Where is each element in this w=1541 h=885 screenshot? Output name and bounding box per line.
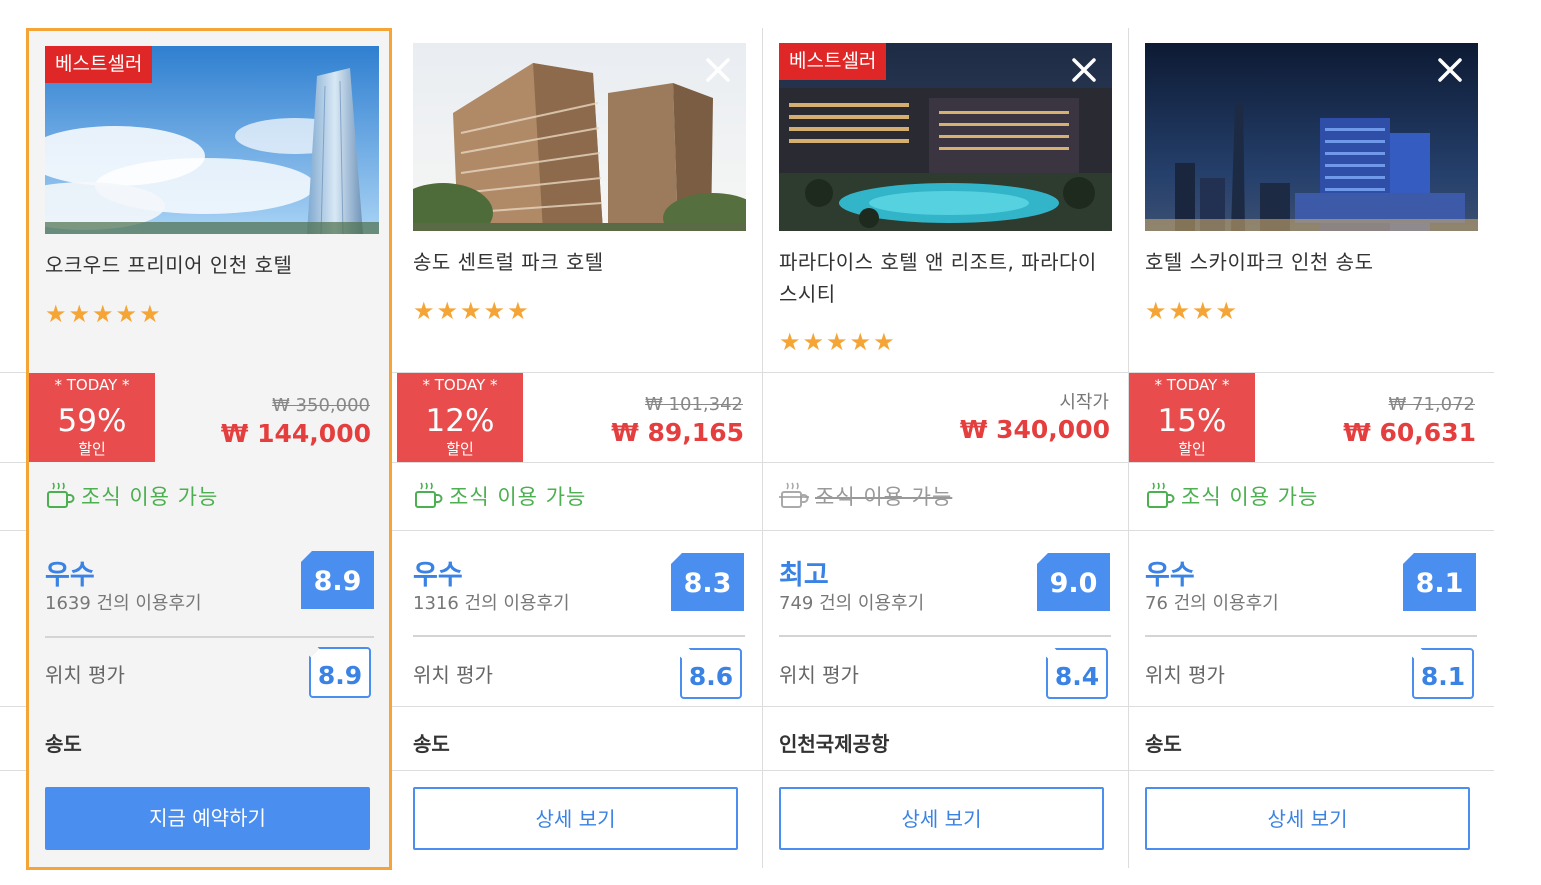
original-price: ₩ 101,342	[645, 394, 743, 415]
view-details-button[interactable]: 상세 보기	[1145, 787, 1470, 850]
close-icon[interactable]	[704, 56, 732, 84]
star-rating: ★★★★★	[45, 300, 163, 328]
review-count[interactable]: 76 건의 이용후기	[1145, 589, 1279, 615]
hotel-area: 송도	[413, 732, 450, 756]
review-score-badge: 8.1	[1403, 553, 1476, 611]
rating-word: 최고	[779, 560, 829, 591]
today-discount-badge: * TODAY * 12% 할인	[397, 373, 523, 462]
hotel-photo-image	[1145, 43, 1478, 231]
discount-label: 할인	[78, 440, 106, 458]
location-rating-label: 위치 평가	[779, 663, 859, 687]
discount-price: ₩ 144,000	[220, 419, 371, 448]
original-price: ₩ 71,072	[1388, 394, 1475, 415]
location-rating-label: 위치 평가	[1145, 663, 1225, 687]
hotel-area: 인천국제공항	[779, 732, 890, 756]
review-score-badge: 8.9	[301, 551, 374, 609]
price: ₩ 340,000	[959, 415, 1110, 444]
score-divider	[413, 635, 745, 637]
review-count[interactable]: 1316 건의 이용후기	[413, 589, 570, 615]
review-count[interactable]: 749 건의 이용후기	[779, 589, 924, 615]
hotel-photo[interactable]: 베스트셀러	[779, 43, 1112, 231]
today-discount-badge: * TODAY * 15% 할인	[1129, 373, 1255, 462]
hotel-name[interactable]: 호텔 스카이파크 인천 송도	[1145, 246, 1475, 278]
today-label: * TODAY *	[1154, 376, 1230, 394]
bestseller-badge: 베스트셀러	[779, 43, 887, 80]
view-details-button[interactable]: 상세 보기	[413, 787, 738, 850]
hotel-card-4[interactable]: 호텔 스카이파크 인천 송도 ★★★★ * TODAY * 15% 할인 ₩ 7…	[1128, 28, 1494, 870]
bestseller-badge: 베스트셀러	[45, 46, 153, 83]
star-rating: ★★★★	[1145, 297, 1240, 325]
location-rating-label: 위치 평가	[413, 663, 493, 687]
star-rating: ★★★★★	[413, 297, 531, 325]
location-score-badge: 8.9	[309, 647, 371, 698]
rating-word: 우수	[45, 560, 95, 591]
coffee-cup-icon	[47, 482, 75, 508]
starting-price-label: 시작가	[1059, 392, 1109, 413]
breakfast-info: 조식 이용 가능	[779, 480, 952, 512]
breakfast-info: 조식 이용 가능	[45, 480, 218, 512]
close-icon[interactable]	[1070, 56, 1098, 84]
breakfast-text: 조식 이용 가능	[1181, 485, 1319, 509]
hotel-photo[interactable]: 베스트셀러	[45, 46, 379, 234]
discount-percent: 12%	[425, 403, 495, 439]
today-label: * TODAY *	[54, 376, 130, 394]
location-score-badge: 8.6	[680, 648, 742, 699]
hotel-card-2[interactable]: 송도 센트럴 파크 호텔 ★★★★★ * TODAY * 12% 할인 ₩ 10…	[396, 28, 762, 870]
hotel-photo[interactable]	[413, 43, 746, 231]
coffee-cup-icon	[1147, 482, 1175, 508]
breakfast-text: 조식 이용 가능	[449, 485, 587, 509]
hotel-name[interactable]: 오크우드 프리미어 인천 호텔	[45, 249, 375, 281]
hotel-area: 송도	[1145, 732, 1182, 756]
hotel-card-1[interactable]: 베스트셀러 오크우드 프리미어 인천 호텔 ★★★★★ * TODAY * 59…	[26, 28, 392, 870]
location-score-badge: 8.4	[1046, 648, 1108, 699]
hotel-name[interactable]: 송도 센트럴 파크 호텔	[413, 246, 743, 278]
location-rating-label: 위치 평가	[45, 663, 125, 687]
breakfast-text: 조식 이용 가능	[81, 485, 219, 509]
hotel-card-3[interactable]: 베스트셀러 파라다이스 호텔 앤 리조트, 파라다이스시티 ★★★★★ 시작가 …	[762, 28, 1128, 870]
today-label: * TODAY *	[422, 376, 498, 394]
today-discount-badge: * TODAY * 59% 할인	[29, 373, 155, 462]
discount-price: ₩ 60,631	[1343, 418, 1476, 447]
hotel-area: 송도	[45, 732, 82, 756]
discount-price: ₩ 89,165	[611, 418, 744, 447]
review-score-badge: 8.3	[671, 553, 744, 611]
breakfast-info: 조식 이용 가능	[1145, 480, 1318, 512]
close-icon[interactable]	[1436, 56, 1464, 84]
star-rating: ★★★★★	[779, 328, 897, 356]
coffee-cup-icon	[415, 482, 443, 508]
breakfast-text: 조식 이용 가능	[815, 485, 953, 509]
score-divider	[779, 635, 1111, 637]
review-score-badge: 9.0	[1037, 553, 1110, 611]
rating-word: 우수	[1145, 560, 1195, 591]
breakfast-info: 조식 이용 가능	[413, 480, 586, 512]
view-details-button[interactable]: 상세 보기	[779, 787, 1104, 850]
score-divider	[1145, 635, 1477, 637]
book-now-button[interactable]: 지금 예약하기	[45, 787, 370, 850]
hotel-photo[interactable]	[1145, 43, 1478, 231]
coffee-cup-icon	[779, 482, 809, 508]
score-divider	[45, 636, 374, 638]
discount-label: 할인	[446, 440, 474, 458]
hotel-photo-image	[413, 43, 746, 231]
review-count[interactable]: 1639 건의 이용후기	[45, 589, 202, 615]
discount-label: 할인	[1178, 440, 1206, 458]
hotel-name[interactable]: 파라다이스 호텔 앤 리조트, 파라다이스시티	[779, 246, 1109, 310]
discount-percent: 15%	[1157, 403, 1227, 439]
rating-word: 우수	[413, 560, 463, 591]
location-score-badge: 8.1	[1412, 648, 1474, 699]
discount-percent: 59%	[57, 403, 127, 439]
original-price: ₩ 350,000	[272, 395, 370, 416]
